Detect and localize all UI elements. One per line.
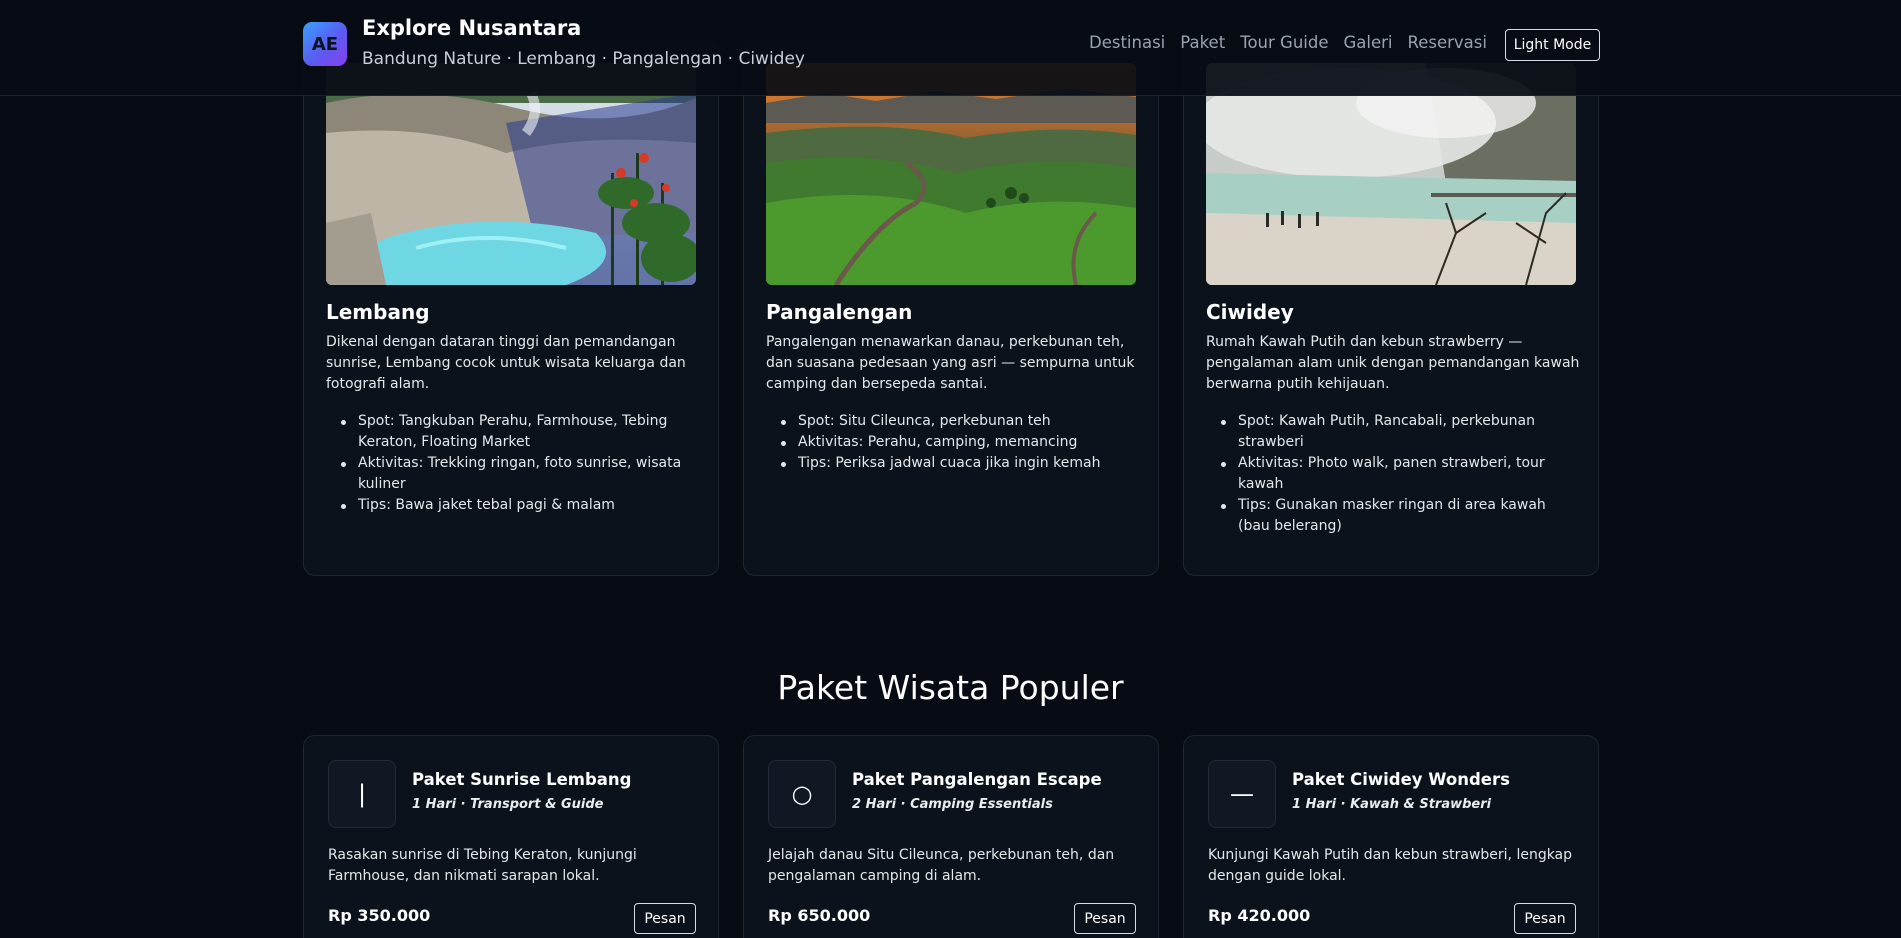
list-item: Aktivitas: Perahu, camping, memancing (766, 432, 1141, 453)
crater-icon: — (1208, 760, 1276, 828)
destination-card-pangalengan: Pangalengan Pangalengan menawarkan danau… (743, 40, 1159, 576)
nav-destinasi[interactable]: Destinasi (1089, 33, 1165, 52)
package-card-pangalengan-escape: ○ Paket Pangalengan Escape 2 Hari · Camp… (743, 735, 1159, 938)
package-description: Kunjungi Kawah Putih dan kebun strawberi… (1208, 847, 1573, 884)
package-name: Paket Pangalengan Escape (852, 770, 1102, 789)
list-item: Aktivitas: Photo walk, panen strawberi, … (1206, 453, 1581, 495)
lembang-image (326, 63, 696, 285)
nav-tour-guide[interactable]: Tour Guide (1240, 33, 1328, 52)
package-card-sunrise-lembang: | Paket Sunrise Lembang 1 Hari · Transpo… (303, 735, 719, 938)
package-price: Rp 420.000 (1208, 906, 1311, 925)
pangalengan-image (766, 63, 1136, 285)
order-button[interactable]: Pesan (1074, 903, 1136, 934)
packages-section-title: Paket Wisata Populer (777, 668, 1124, 707)
main-nav: Destinasi Paket Tour Guide Galeri Reserv… (1089, 33, 1502, 52)
ciwidey-image (1206, 63, 1576, 285)
sunrise-icon: | (328, 760, 396, 828)
package-price: Rp 650.000 (768, 906, 871, 925)
brand-name[interactable]: Explore Nusantara (362, 16, 581, 40)
site-header: AE Explore Nusantara Bandung Nature · Le… (0, 0, 1901, 96)
logo-icon[interactable]: AE (303, 22, 347, 66)
destination-description: Rumah Kawah Putih dan kebun strawberry —… (1206, 334, 1580, 392)
list-item: Aktivitas: Trekking ringan, foto sunrise… (326, 453, 701, 495)
package-description: Rasakan sunrise di Tebing Keraton, kunju… (328, 847, 637, 884)
destination-bullets: Spot: Situ Cileunca, perkebunan teh Akti… (766, 411, 1141, 474)
order-button[interactable]: Pesan (1514, 903, 1576, 934)
list-item: Tips: Bawa jaket tebal pagi & malam (326, 495, 701, 516)
nav-reservasi[interactable]: Reservasi (1408, 33, 1487, 52)
destination-description: Dikenal dengan dataran tinggi dan pemand… (326, 334, 686, 392)
package-meta: 1 Hari · Kawah & Strawberi (1292, 797, 1492, 812)
package-price: Rp 350.000 (328, 906, 431, 925)
destination-bullets: Spot: Kawah Putih, Rancabali, perkebunan… (1206, 411, 1581, 537)
package-name: Paket Ciwidey Wonders (1292, 770, 1510, 789)
brand-subtitle: Bandung Nature · Lembang · Pangalengan ·… (362, 49, 805, 69)
destination-title: Lembang (326, 300, 430, 324)
package-meta: 1 Hari · Transport & Guide (412, 797, 604, 812)
list-item: Tips: Periksa jadwal cuaca jika ingin ke… (766, 453, 1141, 474)
package-meta: 2 Hari · Camping Essentials (852, 797, 1053, 812)
destination-card-ciwidey: Ciwidey Rumah Kawah Putih dan kebun stra… (1183, 40, 1599, 576)
destination-title: Pangalengan (766, 300, 913, 324)
nav-galeri[interactable]: Galeri (1344, 33, 1393, 52)
destination-title: Ciwidey (1206, 300, 1294, 324)
destination-bullets: Spot: Tangkuban Perahu, Farmhouse, Tebin… (326, 411, 701, 516)
package-description: Jelajah danau Situ Cileunca, perkebunan … (768, 847, 1115, 884)
list-item: Spot: Situ Cileunca, perkebunan teh (766, 411, 1141, 432)
destination-card-lembang: Lembang Dikenal dengan dataran tinggi da… (303, 40, 719, 576)
order-button[interactable]: Pesan (634, 903, 696, 934)
destination-description: Pangalengan menawarkan danau, perkebunan… (766, 334, 1135, 392)
nav-paket[interactable]: Paket (1180, 33, 1225, 52)
scrolled-section-title-shadow (790, 0, 1110, 12)
list-item: Tips: Gunakan masker ringan di area kawa… (1206, 495, 1581, 537)
package-name: Paket Sunrise Lembang (412, 770, 632, 789)
light-mode-toggle-button[interactable]: Light Mode (1505, 29, 1600, 61)
list-item: Spot: Tangkuban Perahu, Farmhouse, Tebin… (326, 411, 701, 453)
package-card-ciwidey-wonders: — Paket Ciwidey Wonders 1 Hari · Kawah &… (1183, 735, 1599, 938)
list-item: Spot: Kawah Putih, Rancabali, perkebunan… (1206, 411, 1581, 453)
camping-icon: ○ (768, 760, 836, 828)
